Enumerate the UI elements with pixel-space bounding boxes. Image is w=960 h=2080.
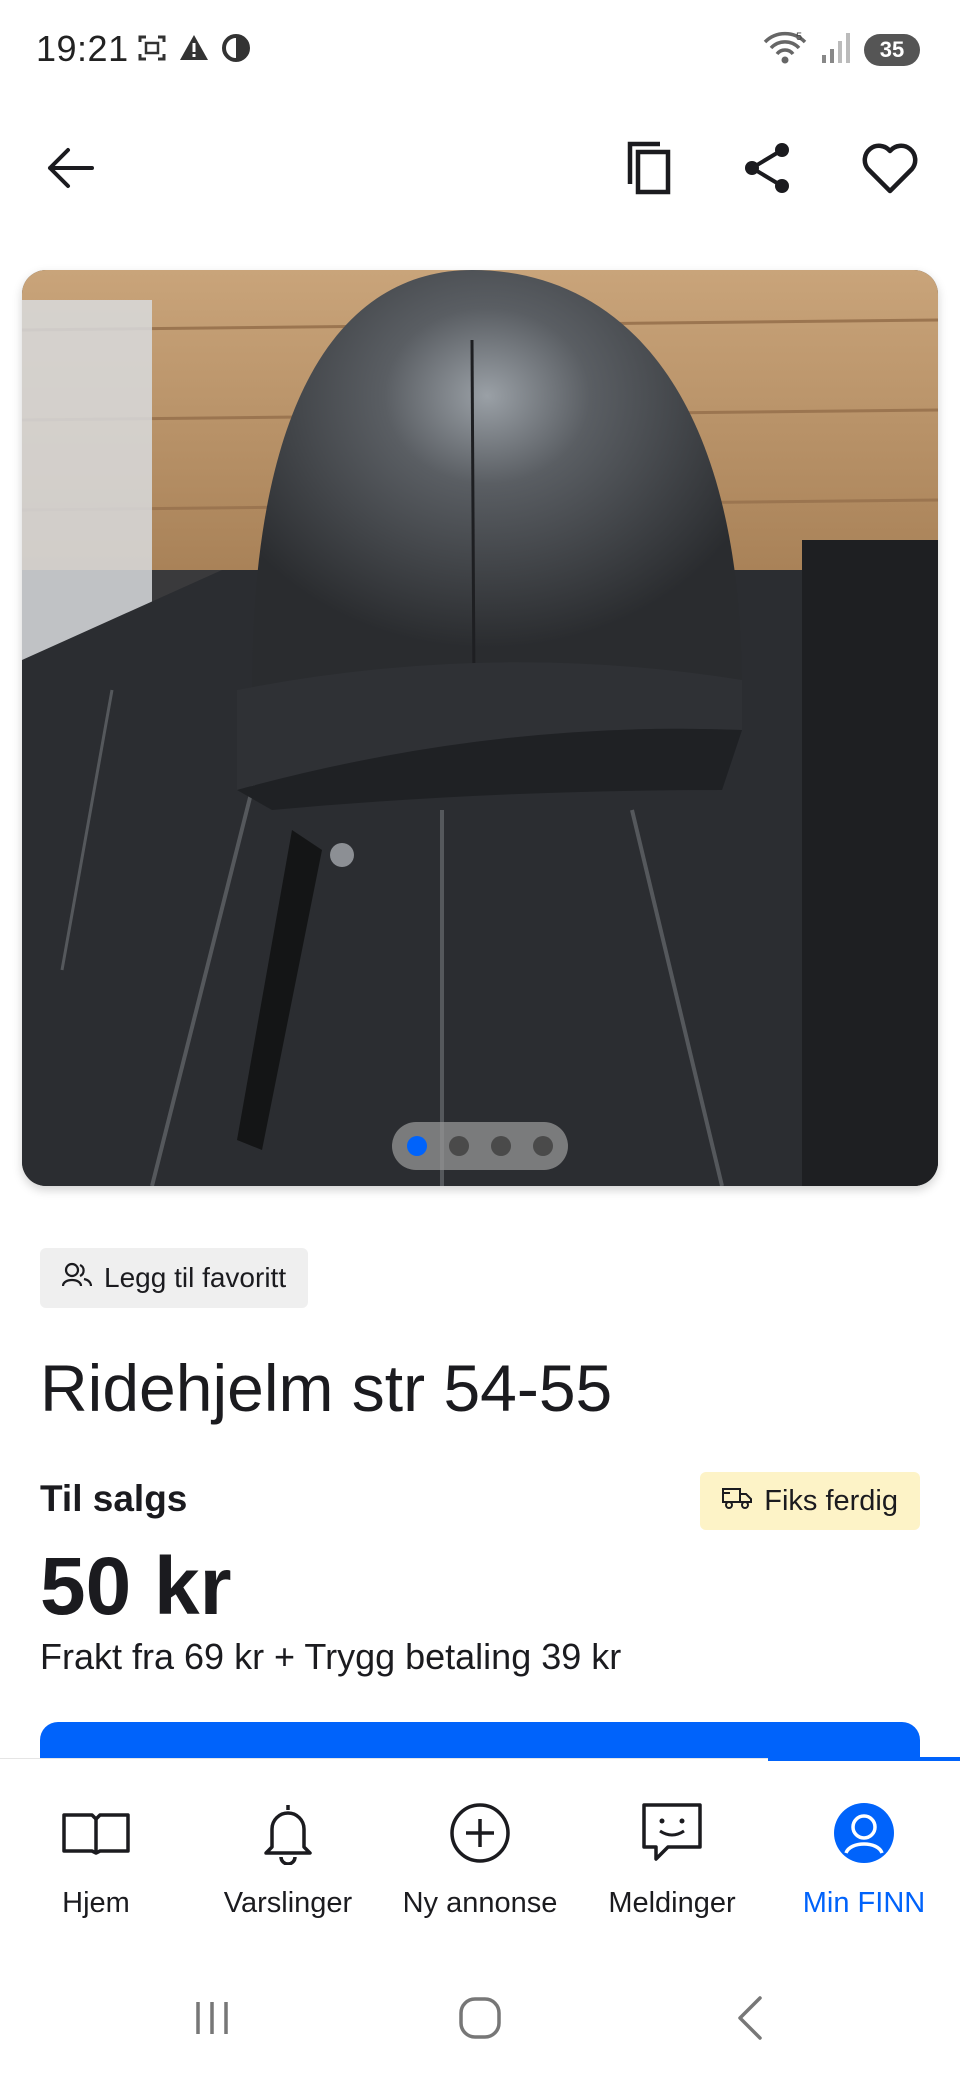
carousel-dot-3[interactable] [491,1136,511,1156]
chat-icon [576,1799,768,1867]
recent-apps-icon [190,1996,234,2045]
bell-icon [192,1799,384,1867]
fiks-ferdig-badge: Fiks ferdig [700,1472,920,1530]
system-back-button[interactable] [710,1980,790,2060]
recent-apps-button[interactable] [172,1980,252,2060]
book-icon [0,1799,192,1867]
nav-item-min-finn[interactable]: Min FINN [768,1759,960,1939]
listing-title: Ridehjelm str 54-55 [40,1351,613,1425]
back-button[interactable] [30,130,110,210]
price: 50 kr [40,1541,232,1632]
nav-label-varslinger: Varslinger [223,1887,353,1919]
home-icon [456,1994,504,2047]
status-icons-left [136,30,252,70]
wifi-icon: 5 [762,30,808,71]
favorite-chip-label: Legg til favoritt [104,1262,287,1293]
status-bar: 19:21 5 35 [0,0,960,100]
people-icon [61,1262,93,1295]
nav-label-hjem: Hjem [62,1887,130,1919]
riding-helmet-photo [22,270,938,1186]
nav-item-hjem[interactable]: Hjem [0,1759,192,1939]
nav-label-min-finn: Min FINN [802,1887,926,1919]
back-arrow-icon [44,142,96,199]
status-time: 19:21 [36,28,129,69]
delivery-truck-icon [722,1485,753,1518]
carousel-indicator[interactable] [392,1122,568,1170]
buy-button[interactable] [40,1722,920,1758]
top-bar [0,120,960,220]
profile-icon [768,1799,960,1867]
copy-button[interactable] [610,130,690,210]
nav-item-ny-annonse[interactable]: Ny annonse [384,1759,576,1939]
screenshot-icon [136,32,168,69]
share-button[interactable] [728,130,808,210]
system-navigation [0,1960,960,2080]
plus-circle-icon [384,1799,576,1867]
signal-icon [820,31,852,70]
warning-icon [178,32,210,69]
carousel-dot-4[interactable] [533,1136,553,1156]
nav-label-meldinger: Meldinger [608,1887,736,1919]
share-icon [740,140,796,201]
battery-icon: 35 [864,34,920,66]
badge-label: Fiks ferdig [764,1484,898,1517]
status-icons-right: 5 35 [762,28,920,72]
add-to-favorite-chip[interactable]: Legg til favoritt [40,1248,309,1308]
system-back-icon [730,1994,770,2047]
shipping-info: Frakt fra 69 kr + Trygg betaling 39 kr [40,1636,622,1677]
bottom-navigation: Hjem Varslinger Ny annonse Meldinger Min… [0,1757,960,1939]
favorite-button[interactable] [850,130,930,210]
image-carousel[interactable] [22,270,938,1186]
vpn-icon [220,32,252,69]
nav-label-ny-annonse: Ny annonse [402,1887,558,1919]
svg-text:5: 5 [796,31,802,43]
nav-item-meldinger[interactable]: Meldinger [576,1759,768,1939]
sale-label: Til salgs [40,1478,188,1519]
carousel-dot-2[interactable] [449,1136,469,1156]
copy-icon [622,138,678,203]
home-button[interactable] [440,1980,520,2060]
heart-icon [861,141,919,200]
carousel-dot-1[interactable] [407,1136,427,1156]
nav-item-varslinger[interactable]: Varslinger [192,1759,384,1939]
